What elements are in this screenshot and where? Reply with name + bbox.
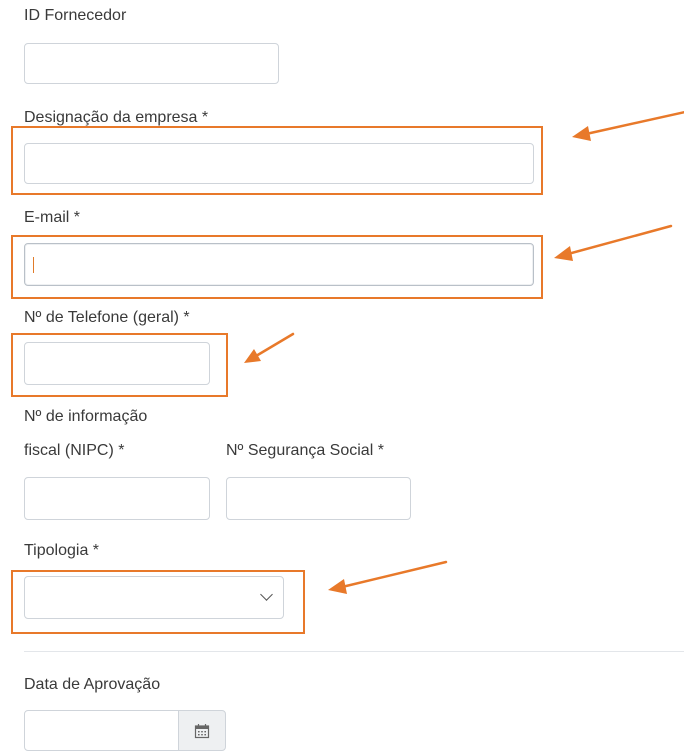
- annotation-arrows: [244, 110, 684, 594]
- arrow-head-tipologia: [328, 579, 347, 594]
- arrow-telefone: [254, 332, 295, 358]
- arrow-head-designacao: [572, 126, 591, 141]
- arrow-tipologia: [340, 560, 448, 589]
- arrow-designacao: [584, 110, 684, 136]
- arrow-email: [566, 224, 673, 256]
- arrow-head-email: [554, 246, 573, 261]
- arrow-head-telefone: [244, 349, 261, 363]
